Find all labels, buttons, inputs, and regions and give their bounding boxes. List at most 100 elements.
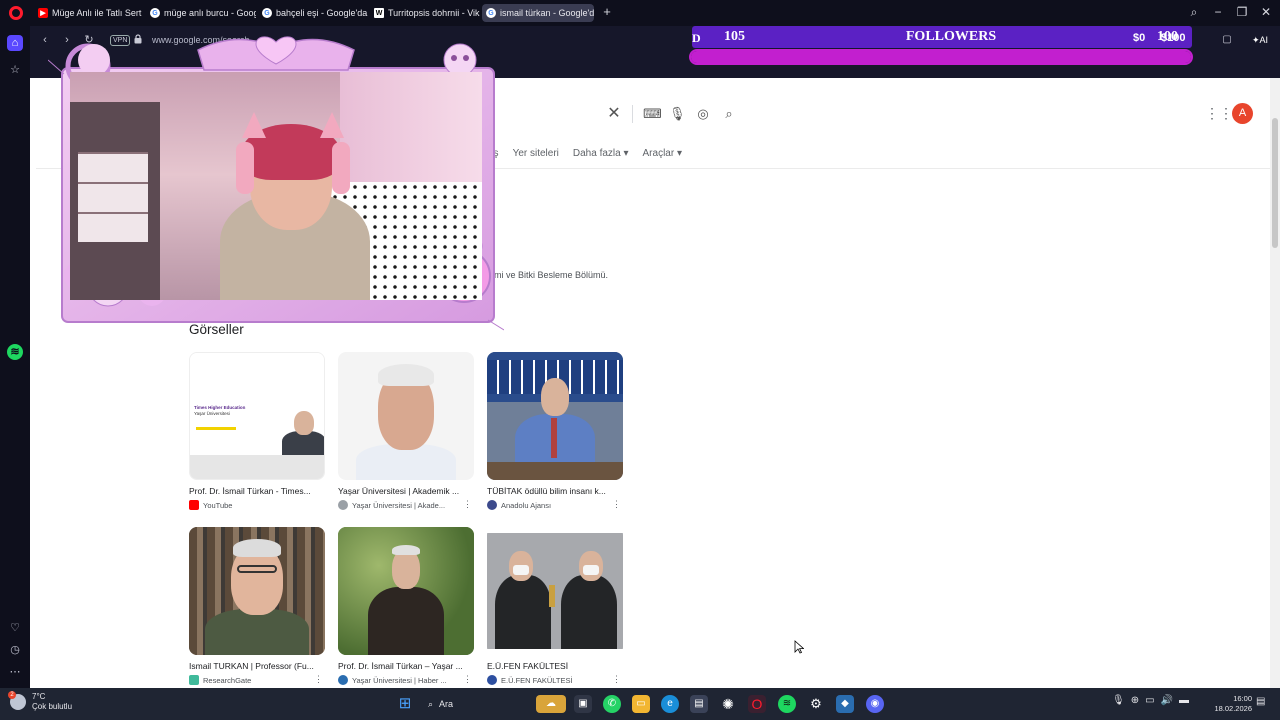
chatgpt-icon[interactable]: ✺ [719,695,737,713]
google-icon: G [486,8,496,18]
globe-icon [338,500,348,510]
scroll-thumb[interactable] [1272,118,1278,248]
date: 18.02.2026 [1214,704,1252,713]
file-explorer-icon[interactable]: ▭ [632,695,650,713]
image-thumbnail[interactable] [189,527,325,655]
image-caption[interactable]: Prof. Dr. İsmail Türkan – Yaşar ... [338,661,474,671]
windows-start-icon[interactable]: ⊞ [396,695,414,713]
image-source[interactable]: Anadolu Ajansı [487,500,623,510]
search-box-icons: ✕ ⌨ 🎙 ◎ ⌕ [606,105,737,123]
image-thumbnail[interactable] [338,352,474,480]
heart-icon[interactable]: ♡ [7,620,23,636]
spotify-icon[interactable]: ≋ [778,695,796,713]
sidebar: ⌂ ☆ ≋ ♡ ◷ ⋯ [0,26,30,688]
clock[interactable]: 16:00 18.02.2026 [1208,694,1252,714]
network-icon[interactable]: ⊕ [1131,695,1139,706]
follower-current: 105 [724,29,745,44]
webcam-feed [70,72,482,300]
wordpress-icon [338,675,348,685]
opera-icon[interactable]: O [748,695,766,713]
image-result[interactable]: TÜBİTAK ödüllü bilim insanı k... Anadolu… [487,352,623,510]
image-result[interactable]: Prof. Dr. İsmail Türkan – Yaşar ... Yaşa… [338,527,474,685]
steam-icon[interactable]: ⚙ [807,695,825,713]
notification-center-icon[interactable]: ▤ [1256,696,1265,707]
tab-more[interactable]: Daha fazla ▾ [573,148,629,159]
history-icon[interactable]: ◷ [7,642,23,658]
camera-lens-icon[interactable]: ◎ [695,106,711,122]
more-options-icon[interactable]: ⋮ [612,499,621,510]
chevron-down-icon: ▾ [623,148,629,159]
image-source[interactable]: ResearchGate [189,675,325,685]
image-caption[interactable]: Prof. Dr. İsmail Türkan - Times... [189,486,325,496]
volume-icon[interactable]: 🔊 [1161,695,1173,706]
minimize-icon[interactable]: − [1210,4,1226,20]
image-result[interactable]: Ismail TURKAN | Professor (Fu... Researc… [189,527,325,685]
browser-tab[interactable]: G müge anlı burcu - Google' [146,4,256,22]
google-icon: G [262,8,272,18]
display-icon[interactable]: ▭ [1145,695,1154,706]
discord-icon[interactable]: ◉ [866,695,884,713]
google-apps-icon[interactable]: ⋮⋮ [1205,105,1233,121]
search-icon[interactable]: ⌕ [721,106,737,122]
star-icon[interactable]: ☆ [7,62,23,78]
tab-tools[interactable]: Araçlar ▾ [643,148,683,159]
tab-title: müge anlı burcu - Google' [164,8,256,18]
new-tab-button[interactable]: + [600,5,614,19]
task-view-icon[interactable]: ▣ [574,695,592,713]
close-icon[interactable]: ✕ [1258,4,1274,20]
image-caption[interactable]: Yaşar Üniversitesi | Akademik ... [338,486,474,496]
image-thumbnail[interactable] [338,527,474,655]
account-avatar[interactable]: A [1232,103,1253,124]
home-icon[interactable]: ⌂ [7,35,23,51]
search-tabs-icon[interactable]: ⌕ [1186,4,1202,20]
keyboard-icon[interactable]: ⌨ [643,106,662,122]
app-icon[interactable]: ◆ [836,695,854,713]
wallet-icon[interactable]: ▢ [1220,33,1234,47]
image-thumbnail[interactable] [487,352,623,480]
taskbar: 2 7°C Çok bulutlu ⊞ ⌕ Ara ☁ ▣ ✆ ▭ e ▤ ✺ … [0,688,1280,720]
scrollbar[interactable] [1270,78,1280,688]
maximize-icon[interactable]: ❐ [1234,4,1250,20]
image-thumbnail[interactable] [487,527,623,655]
image-caption[interactable]: Ismail TURKAN | Professor (Fu... [189,661,325,671]
image-source[interactable]: Yaşar Üniversitesi | Haber ... [338,675,474,685]
spotify-icon[interactable]: ≋ [7,344,23,360]
mouse-cursor-icon [794,640,804,654]
store-icon[interactable]: ▤ [690,695,708,713]
image-source[interactable]: Yaşar Üniversitesi | Akade... [338,500,474,510]
image-result[interactable]: E.Ü.FEN FAKÜLTESİ E.Ü.FEN FAKÜLTESİ ⋮ [487,527,623,685]
microphone-icon[interactable]: 🎙 [1112,695,1125,706]
wikipedia-icon: W [374,8,384,18]
ai-button[interactable]: ✦AI [1252,33,1268,47]
browser-tab[interactable]: W Turritopsis dohrnii - Vikip [370,4,480,22]
tab-title: Müge Anlı ile Tatlı Sert | 1 [52,8,144,18]
more-options-icon[interactable]: ⋮ [463,499,472,510]
microphone-icon[interactable]: 🎙 [669,106,686,122]
more-options-icon[interactable]: ⋮ [612,674,621,685]
image-result[interactable]: Yaşar Üniversitesi | Akademik ... Yaşar … [338,352,474,510]
battery-icon[interactable]: ▬ [1179,695,1189,706]
browser-tab-active[interactable]: G ismail türkan - Google'da [482,4,594,22]
tab-title: bahçeli eşi - Google'da A [276,8,368,18]
clear-search-icon[interactable]: ✕ [606,106,622,122]
image-caption[interactable]: E.Ü.FEN FAKÜLTESİ [487,661,623,671]
image-result[interactable]: Times Higher Education Yaşar Üniversites… [189,352,325,510]
more-icon[interactable]: ⋯ [7,664,23,680]
opera-logo-icon[interactable] [9,6,23,20]
result-snippet: mi ve Bitki Besleme Bölümü. [494,270,609,280]
image-source[interactable]: YouTube [189,500,325,510]
image-thumbnail[interactable]: Times Higher Education Yaşar Üniversites… [189,352,325,480]
tab-places[interactable]: Yer siteleri [513,148,559,159]
browser-tab[interactable]: ▶ Müge Anlı ile Tatlı Sert | 1 [34,4,144,22]
divider [632,105,633,123]
browser-tab[interactable]: G bahçeli eşi - Google'da A [258,4,368,22]
more-options-icon[interactable]: ⋮ [463,674,472,685]
time: 16:00 [1233,694,1252,703]
edge-icon[interactable]: e [661,695,679,713]
image-caption[interactable]: TÜBİTAK ödüllü bilim insanı k... [487,486,623,496]
image-source[interactable]: E.Ü.FEN FAKÜLTESİ [487,675,623,685]
whatsapp-icon[interactable]: ✆ [603,695,621,713]
widget-landscape-icon[interactable]: ☁ [536,695,566,713]
more-options-icon[interactable]: ⋮ [314,674,323,685]
weather-widget[interactable]: 2 7°C Çok bulutlu [8,691,72,712]
